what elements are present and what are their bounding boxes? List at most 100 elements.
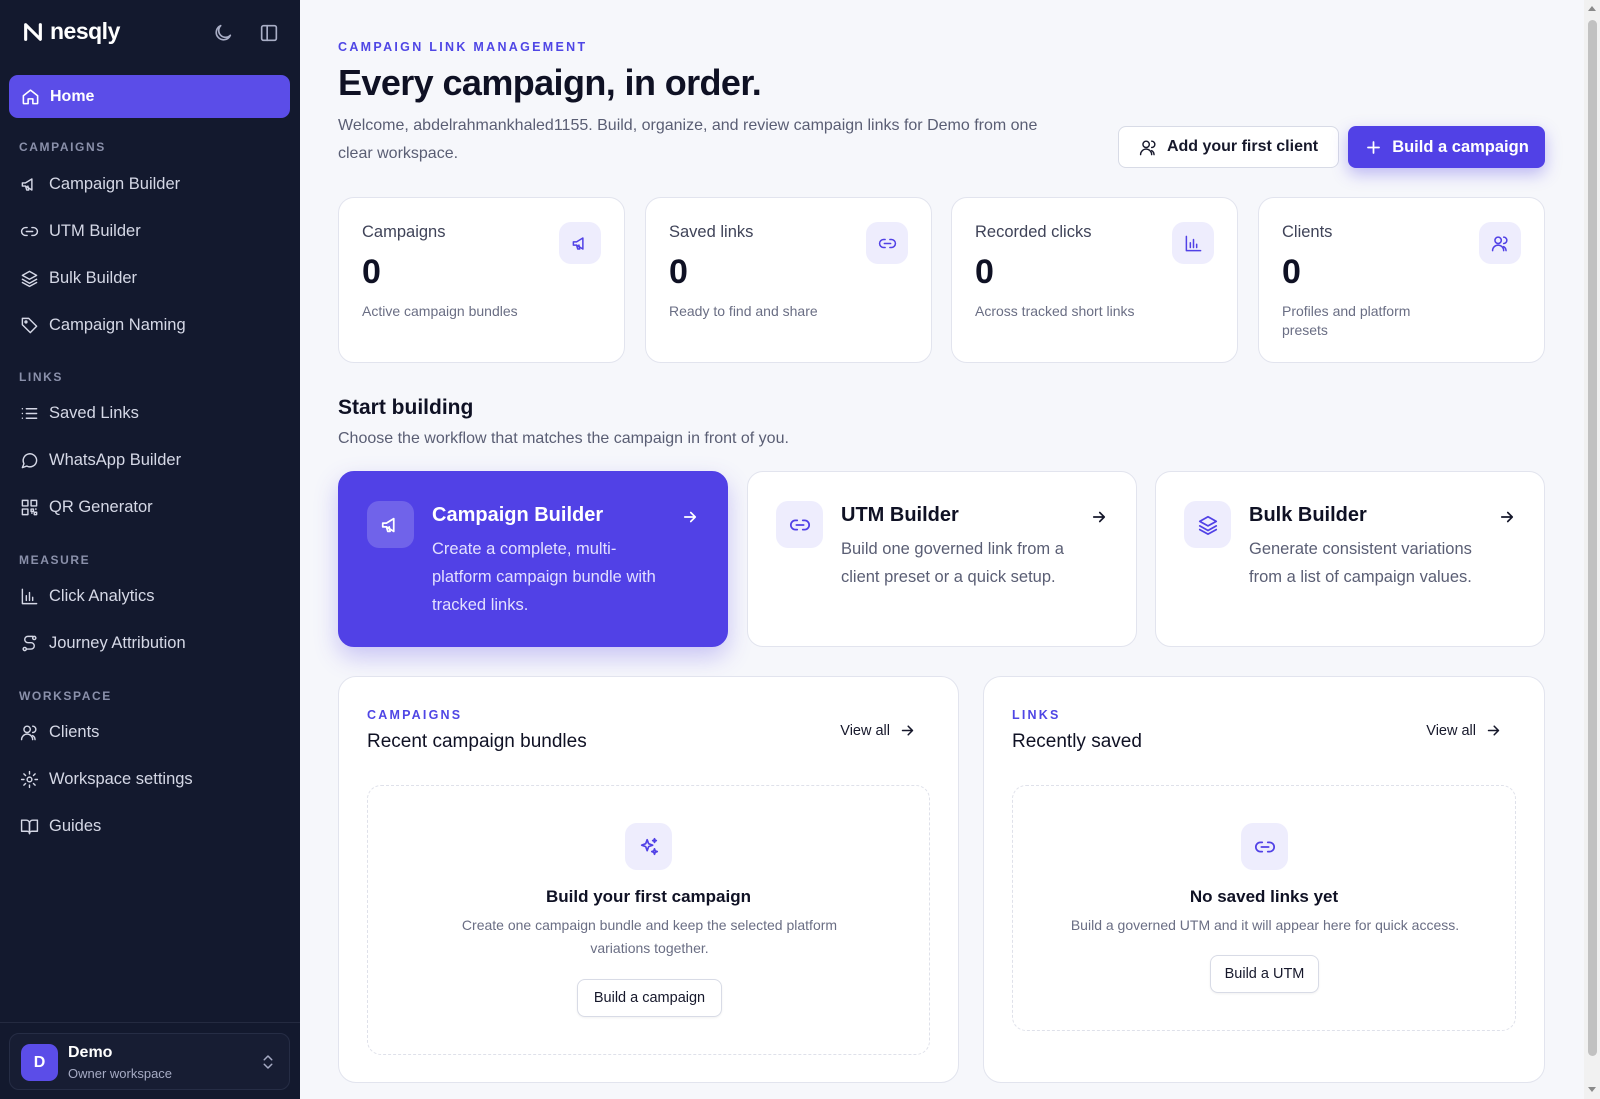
sidebar-item-campaign-naming[interactable]: Campaign Naming (20, 313, 186, 337)
empty-title: Build your first campaign (546, 887, 751, 906)
stat-label: Clients (1282, 223, 1333, 241)
flow-card-campaign-builder[interactable]: Campaign Builder Create a complete, mult… (338, 471, 728, 647)
stat-value: 0 (669, 253, 688, 291)
sidebar-toggle-icon[interactable] (258, 22, 280, 44)
build-campaign-empty-button[interactable]: Build a campaign (577, 979, 722, 1017)
scroll-up-arrow[interactable] (1588, 6, 1596, 11)
stat-desc: Ready to find and share (669, 303, 818, 319)
section-title-links: LINKS (19, 370, 63, 384)
sidebar-item-journey-attribution[interactable]: Journey Attribution (20, 631, 186, 655)
section-title-workspace: WORKSPACE (19, 689, 112, 703)
stat-icon-badge (1172, 222, 1214, 264)
sidebar-item-label: Campaign Naming (49, 315, 186, 334)
sidebar-item-campaign-builder[interactable]: Campaign Builder (20, 172, 180, 196)
arrow-right-icon (683, 511, 697, 523)
section-title-campaigns: CAMPAIGNS (19, 140, 106, 154)
bar-chart-icon (1185, 235, 1201, 251)
layers-icon (21, 270, 38, 287)
flow-title: Campaign Builder (432, 504, 604, 526)
stat-value: 0 (1282, 253, 1301, 291)
stat-card-campaigns: Campaigns 0 Active campaign bundles (338, 197, 625, 363)
empty-title: No saved links yet (1189, 887, 1339, 906)
sidebar-item-label: Click Analytics (49, 586, 155, 605)
avatar: D (21, 1044, 58, 1081)
stat-card-recorded-clicks: Recorded clicks 0 Across tracked short l… (951, 197, 1238, 363)
users-icon (1139, 139, 1156, 155)
gear-icon (20, 770, 39, 788)
moon-icon[interactable] (212, 22, 234, 44)
stat-value: 0 (975, 253, 994, 291)
stat-card-saved-links: Saved links 0 Ready to find and share (645, 197, 932, 363)
sidebar-item-label: Workspace settings (49, 769, 193, 788)
view-all-links-link[interactable]: View all (1426, 722, 1502, 739)
sidebar-item-label: Journey Attribution (49, 633, 186, 652)
sidebar-item-whatsapp-builder[interactable]: WhatsApp Builder (20, 448, 181, 472)
sidebar-item-guides[interactable]: Guides (20, 814, 101, 838)
page-eyebrow: CAMPAIGN LINK MANAGEMENT (338, 40, 588, 54)
sidebar-item-label: Campaign Builder (49, 174, 181, 193)
sidebar-item-label: Saved Links (49, 403, 139, 422)
sidebar-item-home[interactable]: Home (9, 75, 290, 118)
sidebar-item-saved-links[interactable]: Saved Links (20, 401, 139, 425)
sidebar-item-label: Home (50, 87, 95, 105)
sidebar: nesqly Home CAMPAIGNS Campaign Builder U… (0, 0, 300, 1099)
tag-icon (21, 317, 38, 333)
sidebar-item-click-analytics[interactable]: Click Analytics (20, 584, 154, 608)
flow-card-utm-builder[interactable]: UTM Builder Build one governed link from… (747, 471, 1137, 647)
stat-label: Recorded clicks (975, 223, 1092, 241)
build-utm-button[interactable]: Build a UTM (1210, 955, 1319, 993)
arrow-right-icon (1092, 511, 1106, 523)
stat-card-clients: Clients 0 Profiles and platform presets (1258, 197, 1545, 363)
empty-icon-badge (625, 823, 672, 870)
stat-icon-badge (559, 222, 601, 264)
sidebar-item-label: Guides (49, 816, 102, 835)
sidebar-item-utm-builder[interactable]: UTM Builder (20, 219, 141, 243)
megaphone-icon (381, 517, 395, 532)
link-icon (20, 226, 39, 236)
empty-icon-badge (1241, 823, 1288, 870)
bar-chart-icon (21, 588, 38, 604)
plus-icon (1367, 140, 1381, 154)
panel-title: Recently saved (1012, 731, 1142, 752)
arrow-right-icon (1487, 725, 1500, 736)
stat-icon-badge (1479, 222, 1521, 264)
scrollbar-thumb[interactable] (1588, 20, 1597, 1056)
brand-logo[interactable]: nesqly (22, 18, 120, 45)
sidebar-item-qr-generator[interactable]: QR Generator (20, 495, 153, 519)
users-icon (20, 724, 37, 740)
sidebar-item-workspace-settings[interactable]: Workspace settings (20, 767, 193, 791)
megaphone-icon (572, 236, 584, 250)
empty-text: Build a governed UTM and it will appear … (1070, 917, 1460, 933)
link-icon (878, 238, 896, 248)
sidebar-item-label: Clients (49, 722, 100, 741)
section-title-measure: MEASURE (19, 553, 91, 567)
sidebar-item-label: QR Generator (49, 497, 153, 516)
qr-icon (21, 499, 38, 515)
arrow-right-icon (901, 725, 914, 736)
flow-icon-badge (367, 501, 414, 548)
home-icon (22, 89, 39, 105)
page-scrollbar[interactable] (1584, 0, 1600, 1099)
view-all-campaigns-link[interactable]: View all (840, 722, 916, 739)
empty-state: Build your first campaign Create one cam… (367, 785, 930, 1055)
recently-saved-panel: LINKS Recently saved View all No saved l… (983, 676, 1545, 1083)
flow-card-bulk-builder[interactable]: Bulk Builder Generate consistent variati… (1155, 471, 1545, 647)
workspace-name: Demo (68, 1044, 113, 1061)
link-icon (789, 519, 810, 530)
workspace-switcher[interactable]: D Demo Owner workspace (9, 1033, 290, 1090)
build-campaign-button[interactable]: Build a campaign (1348, 126, 1545, 168)
sidebar-item-bulk-builder[interactable]: Bulk Builder (20, 266, 137, 290)
stat-value: 0 (362, 253, 381, 291)
panel-title: Recent campaign bundles (367, 731, 587, 752)
megaphone-icon (21, 177, 33, 191)
sidebar-item-clients[interactable]: Clients (20, 720, 99, 744)
sidebar-item-label: WhatsApp Builder (49, 450, 182, 469)
chevron-up-down-icon (263, 1055, 273, 1069)
panel-eyebrow: LINKS (1012, 708, 1061, 722)
flow-desc: Create a complete, multi-platform campai… (432, 540, 656, 614)
add-client-button[interactable]: Add your first client (1118, 126, 1339, 168)
stat-label: Campaigns (362, 223, 446, 241)
arrow-right-icon (1500, 511, 1514, 523)
view-all-label: View all (1426, 722, 1476, 739)
scroll-down-arrow[interactable] (1588, 1087, 1596, 1092)
